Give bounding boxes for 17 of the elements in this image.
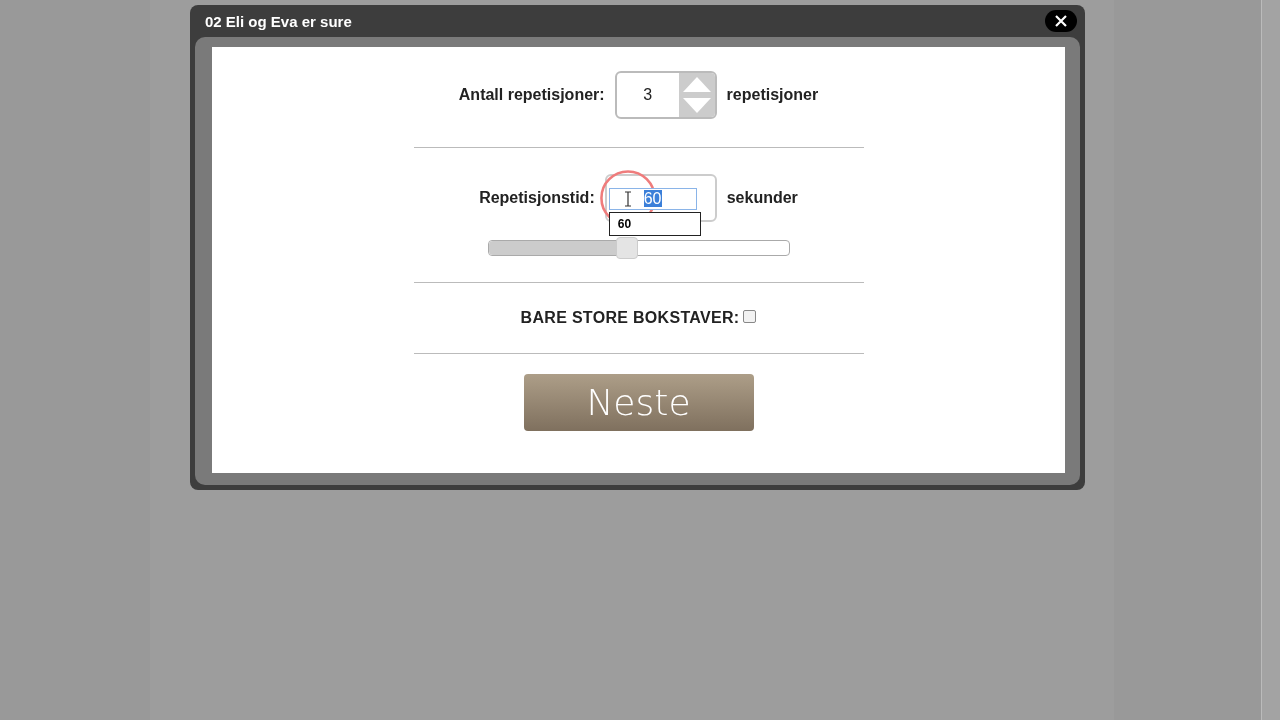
close-icon: [1054, 14, 1068, 28]
duration-unit: sekunder: [726, 189, 798, 207]
slider-thumb[interactable]: [615, 237, 638, 259]
close-button[interactable]: [1045, 10, 1077, 32]
repetitions-unit: repetisjoner: [726, 86, 819, 104]
duration-label: Repetisjonstid:: [479, 189, 595, 207]
scrollbar[interactable]: [1261, 0, 1280, 720]
uppercase-checkbox[interactable]: [743, 310, 757, 323]
window-title: 02 Eli og Eva er sure: [205, 12, 352, 30]
suggestion-item[interactable]: 60: [609, 213, 700, 235]
duration-field[interactable]: 60: [608, 188, 697, 210]
text-cursor-icon: [623, 191, 632, 207]
next-button[interactable]: Neste: [523, 374, 754, 431]
repetitions-spinner[interactable]: 3: [614, 71, 717, 119]
repetitions-label: Antall repetisjoner:: [458, 86, 605, 104]
duration-slider[interactable]: [487, 240, 790, 256]
uppercase-label: BARE STORE BOKSTAVER:: [520, 309, 740, 327]
